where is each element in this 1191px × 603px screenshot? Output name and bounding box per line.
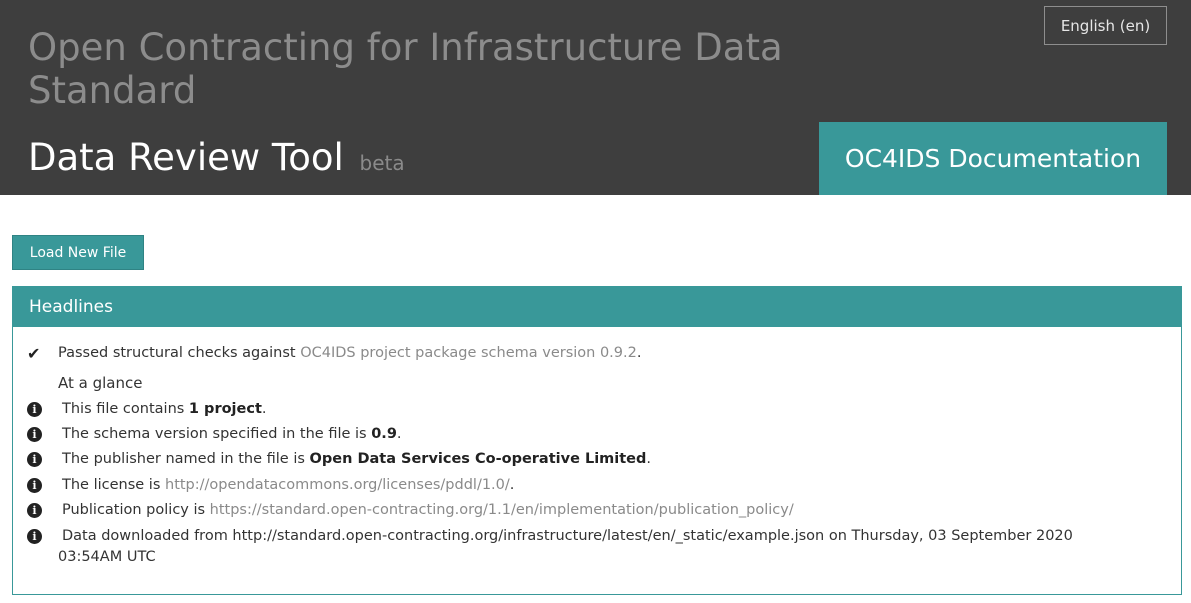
glance-item-text: The publisher named in the file is Open …: [62, 449, 651, 470]
tool-title: Data Review Tool beta: [28, 136, 405, 185]
item-value: 1 project: [188, 401, 262, 417]
download-info-line2: 03:54AM UTC: [58, 549, 156, 565]
item-suffix: .: [261, 401, 267, 417]
item-value: Open Data Services Co-operative Limited: [309, 451, 647, 467]
passed-suffix: .: [636, 345, 642, 361]
item-suffix: .: [509, 477, 515, 493]
info-circle-icon: i: [27, 452, 42, 467]
license-link[interactable]: http://opendatacommons.org/licenses/pddl…: [165, 477, 510, 493]
passed-checks-text: Passed structural checks against OC4IDS …: [58, 343, 641, 364]
glance-item-text: This file contains 1 project.: [62, 399, 267, 420]
at-a-glance-heading: At a glance: [58, 374, 143, 392]
headlines-heading: Headlines: [13, 287, 1181, 327]
info-circle-icon: i: [27, 529, 42, 544]
language-selector[interactable]: English (en): [1044, 6, 1167, 45]
item-suffix: .: [646, 451, 651, 467]
download-info-line1: Data downloaded from http://standard.ope…: [62, 528, 1073, 544]
site-title: Open Contracting for Infrastructure Data…: [28, 26, 783, 112]
info-circle-icon: i: [27, 478, 42, 493]
glance-item-text: The license is http://opendatacommons.or…: [62, 475, 514, 496]
documentation-button[interactable]: OC4IDS Documentation: [819, 122, 1167, 195]
glance-item-text: The schema version specified in the file…: [62, 424, 402, 445]
publication-policy-link[interactable]: https://standard.open-contracting.org/1.…: [210, 502, 794, 518]
tool-title-text: Data Review Tool: [28, 136, 344, 179]
glance-item-text: Publication policy is https://standard.o…: [62, 500, 794, 521]
schema-link[interactable]: OC4IDS project package schema version 0.…: [300, 345, 637, 361]
item-prefix: The publisher named in the file is: [62, 451, 310, 467]
item-suffix: .: [396, 426, 402, 442]
load-new-file-button[interactable]: Load New File: [12, 235, 144, 270]
item-value: 0.9: [371, 426, 397, 442]
check-icon: ✔: [27, 344, 41, 363]
item-prefix: The schema version specified in the file…: [62, 426, 372, 442]
beta-badge: beta: [359, 151, 405, 175]
info-circle-icon: i: [27, 402, 42, 417]
passed-prefix: Passed structural checks against: [58, 345, 301, 361]
site-header: English (en) Open Contracting for Infras…: [0, 0, 1191, 195]
item-prefix: Publication policy is: [62, 502, 210, 518]
headlines-panel: Headlines ✔ Passed structural checks aga…: [12, 286, 1182, 595]
info-circle-icon: i: [27, 503, 42, 518]
item-prefix: The license is: [62, 477, 165, 493]
item-prefix: This file contains: [62, 401, 189, 417]
info-circle-icon: i: [27, 427, 42, 442]
